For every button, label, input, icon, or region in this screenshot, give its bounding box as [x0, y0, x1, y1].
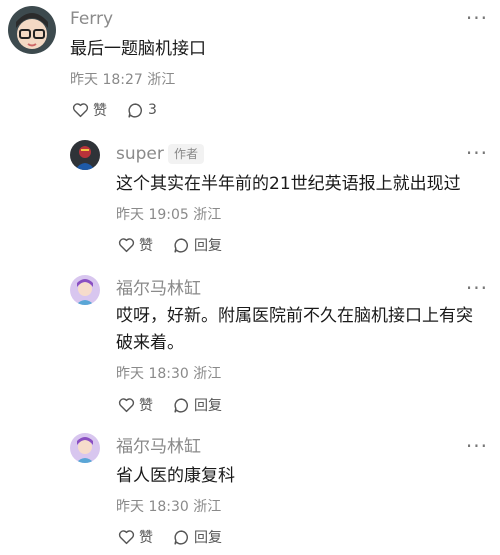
chat-bubble-icon [173, 397, 190, 414]
reply-count-button[interactable]: 3 [127, 102, 157, 119]
reply-count: 3 [148, 102, 157, 118]
avatar[interactable] [70, 433, 100, 463]
heart-icon [72, 102, 89, 118]
reply-label: 回复 [194, 530, 222, 546]
comment-location: 浙江 [193, 366, 222, 382]
author-name[interactable]: super [116, 143, 164, 165]
like-button[interactable]: 赞 [72, 100, 107, 120]
comment-location: 浙江 [193, 207, 222, 223]
comment-meta: 昨天 18:27 浙江 [70, 71, 175, 89]
reply-button[interactable]: 回复 [173, 395, 222, 415]
like-label: 赞 [93, 103, 107, 119]
reply-label: 回复 [194, 398, 222, 414]
chat-bubble-icon [127, 102, 144, 119]
comment-meta: 昨天 18:30 浙江 [116, 498, 221, 516]
comment-time: 昨天 18:30 [116, 366, 189, 382]
heart-icon [118, 237, 135, 253]
chat-bubble-icon [173, 237, 190, 254]
reply-label: 回复 [194, 238, 222, 254]
comment-text: 哎呀，好新。附属医院前不久在脑机接口上有突 破来着。 [116, 303, 473, 357]
comment-time: 昨天 18:27 [70, 72, 143, 88]
comment-text: 省人医的康复科 [116, 466, 235, 486]
comment-text-line: 哎呀，好新。附属医院前不久在脑机接口上有突 [116, 306, 473, 326]
comment-text-line: 破来着。 [116, 333, 184, 353]
avatar[interactable] [70, 275, 100, 305]
comment-actions: 赞 3 [72, 100, 157, 120]
author-name[interactable]: 福尔马林缸 [116, 278, 201, 300]
like-label: 赞 [139, 238, 153, 254]
heart-icon [118, 397, 135, 413]
avatar[interactable] [8, 6, 56, 54]
reply-button[interactable]: 回复 [173, 235, 222, 255]
comment-actions: 赞 回复 [118, 527, 222, 547]
reply-button[interactable]: 回复 [173, 527, 222, 547]
comment-location: 浙江 [147, 72, 176, 88]
comment-meta: 昨天 18:30 浙江 [116, 365, 221, 383]
chat-bubble-icon [173, 529, 190, 546]
comment-ferry: Ferry ··· 最后一题脑机接口 昨天 18:27 浙江 赞 3 [0, 0, 500, 130]
like-label: 赞 [139, 530, 153, 546]
like-button[interactable]: 赞 [118, 527, 153, 547]
reply-super: super 作者 ··· 这个其实在半年前的21世纪英语报上就出现过 昨天 19… [0, 135, 500, 265]
comment-text: 最后一题脑机接口 [70, 39, 206, 59]
comment-actions: 赞 回复 [118, 395, 222, 415]
author-name[interactable]: 福尔马林缸 [116, 436, 201, 458]
author-badge: 作者 [168, 144, 205, 164]
like-button[interactable]: 赞 [118, 395, 153, 415]
comment-text: 这个其实在半年前的21世纪英语报上就出现过 [116, 174, 461, 194]
like-button[interactable]: 赞 [118, 235, 153, 255]
reply-fuermalingang-2: 福尔马林缸 ··· 省人医的康复科 昨天 18:30 浙江 赞 回复 [0, 430, 500, 555]
heart-icon [118, 529, 135, 545]
comment-meta: 昨天 19:05 浙江 [116, 206, 221, 224]
more-options-button[interactable]: ··· [466, 278, 488, 298]
comment-time: 昨天 19:05 [116, 207, 189, 223]
like-label: 赞 [139, 398, 153, 414]
comment-location: 浙江 [193, 499, 222, 515]
reply-fuermalingang-1: 福尔马林缸 ··· 哎呀，好新。附属医院前不久在脑机接口上有突 破来着。 昨天 … [0, 272, 500, 422]
author-name[interactable]: Ferry [70, 8, 113, 30]
more-options-button[interactable]: ··· [466, 436, 488, 456]
more-options-button[interactable]: ··· [466, 8, 488, 28]
comment-actions: 赞 回复 [118, 235, 222, 255]
more-options-button[interactable]: ··· [466, 143, 488, 163]
comment-time: 昨天 18:30 [116, 499, 189, 515]
avatar[interactable] [70, 140, 100, 170]
